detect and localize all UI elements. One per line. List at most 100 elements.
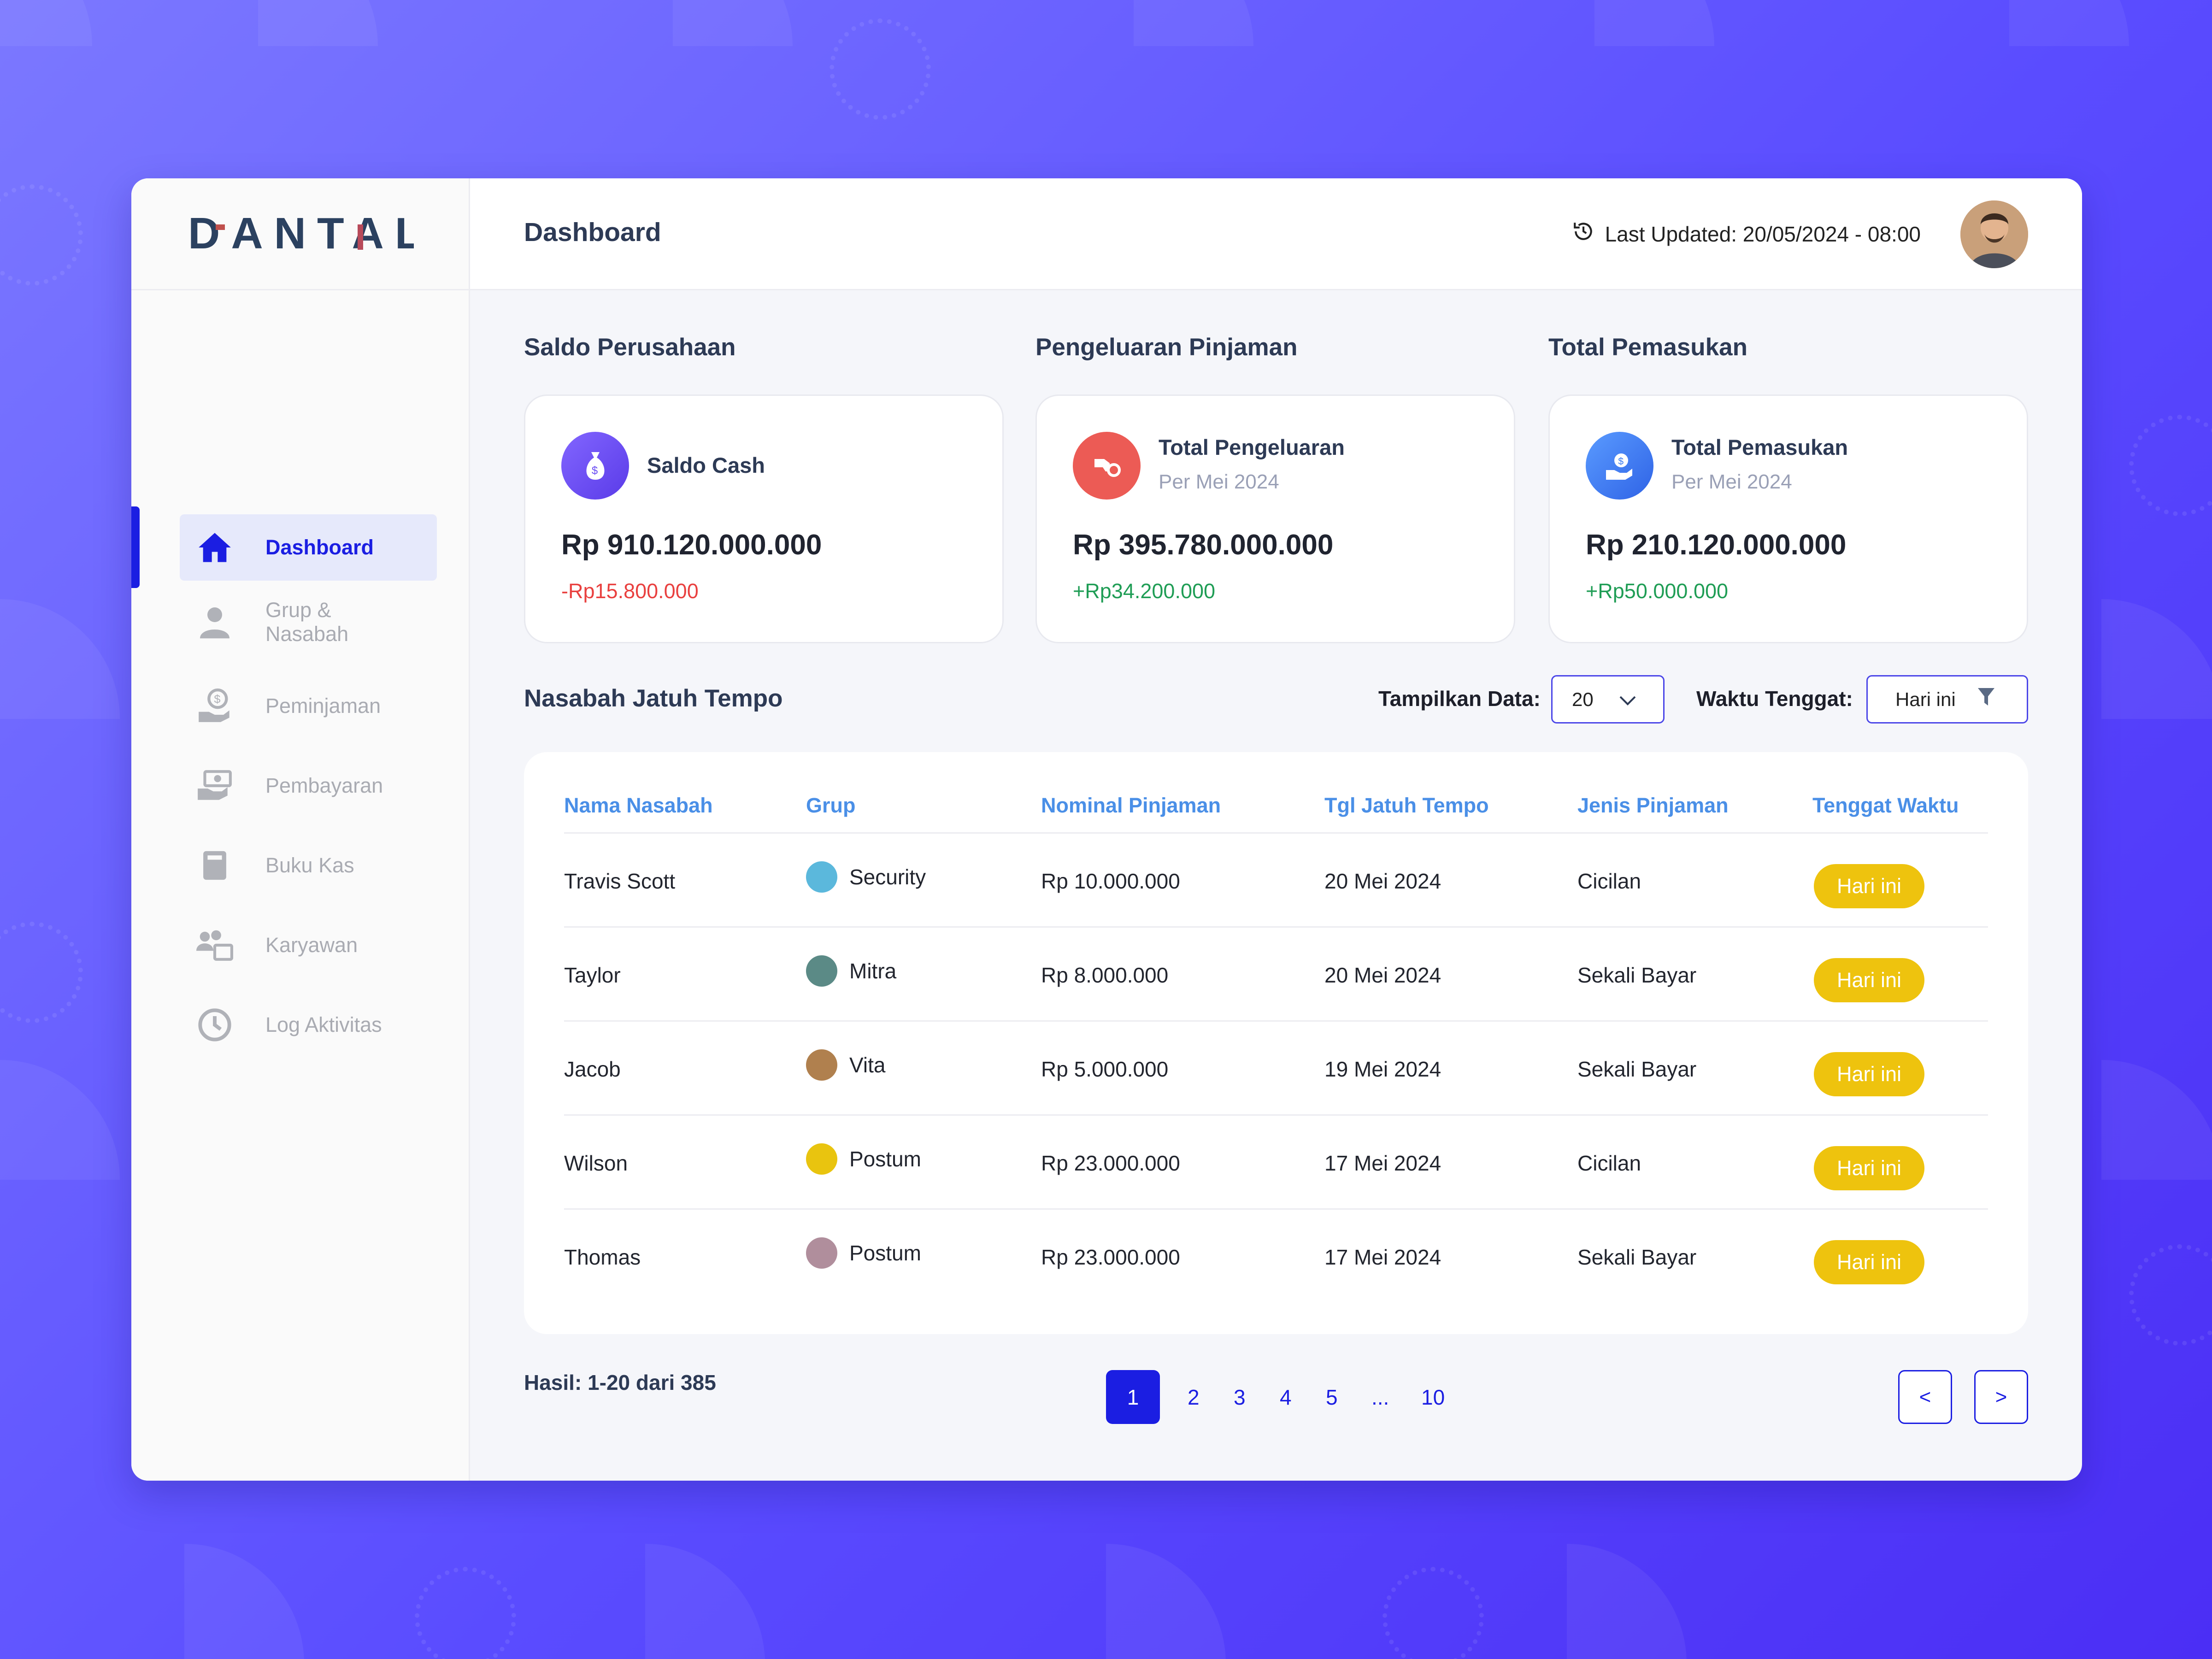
page-ellipsis: ...: [1371, 1385, 1389, 1409]
table-row[interactable]: Thomas Postum Rp 23.000.000 17 Mei 2024 …: [524, 1210, 2028, 1304]
cell-date: 19 Mei 2024: [1324, 1057, 1441, 1081]
column-header-tanggal[interactable]: Tgl Jatuh Tempo: [1324, 794, 1489, 818]
next-page-button[interactable]: >: [1974, 1370, 2028, 1424]
cell-date: 20 Mei 2024: [1324, 869, 1441, 893]
stat-title: Total Pemasukan: [1671, 435, 1848, 459]
stat-amount: Rp 910.120.000.000: [561, 529, 822, 561]
stat-card-saldo: $ Saldo Cash Rp 910.120.000.000 -Rp15.80…: [524, 394, 1004, 643]
cell-group: Postum: [806, 1143, 921, 1175]
brand-logo[interactable]: DANTAL: [131, 178, 470, 290]
cell-date: 17 Mei 2024: [1324, 1245, 1441, 1269]
avatar[interactable]: [1960, 200, 2028, 268]
deadline-badge: Hari ini: [1814, 1052, 1924, 1096]
page-button-5[interactable]: 5: [1326, 1385, 1338, 1410]
team-icon: [196, 927, 233, 964]
stat-subtitle: Per Mei 2024: [1159, 471, 1279, 493]
table-row[interactable]: Wilson Postum Rp 23.000.000 17 Mei 2024 …: [524, 1116, 2028, 1210]
page-button-3[interactable]: 3: [1234, 1385, 1246, 1410]
stat-change: +Rp34.200.000: [1073, 579, 1216, 603]
dantal-logo: DANTAL: [188, 211, 414, 257]
sidebar-item-log-aktivitas[interactable]: Log Aktivitas: [180, 992, 437, 1058]
svg-text:$: $: [214, 693, 220, 706]
group-label: Mitra: [849, 959, 897, 983]
due-table: Nama Nasabah Grup Nominal Pinjaman Tgl J…: [524, 752, 2028, 1334]
prev-page-button[interactable]: <: [1898, 1370, 1952, 1424]
due-section-title: Nasabah Jatuh Tempo: [524, 685, 783, 712]
sidebar-item-label: Dashboard: [265, 535, 374, 559]
stat-change: +Rp50.000.000: [1586, 579, 1729, 603]
loan-hand-icon: $: [196, 688, 233, 724]
group-label: Vita: [849, 1053, 886, 1077]
group-label: Postum: [849, 1147, 921, 1171]
column-header-grup[interactable]: Grup: [806, 794, 856, 818]
sidebar-item-peminjaman[interactable]: $ Peminjaman: [180, 673, 437, 739]
stat-card-pengeluaran: Total Pengeluaran Per Mei 2024 Rp 395.78…: [1035, 394, 1515, 643]
top-bar: Dashboard Last Updated: 20/05/2024 - 08:…: [470, 178, 2082, 290]
cell-name: Wilson: [564, 1151, 628, 1175]
cell-group: Postum: [806, 1237, 921, 1269]
deadline-badge: Hari ini: [1814, 1146, 1924, 1190]
page-button-2[interactable]: 2: [1188, 1385, 1200, 1410]
group-color-dot: [806, 861, 837, 893]
table-row[interactable]: Taylor Mitra Rp 8.000.000 20 Mei 2024 Se…: [524, 928, 2028, 1022]
page-button-4[interactable]: 4: [1280, 1385, 1292, 1410]
sidebar-item-label: Grup & Nasabah: [265, 598, 349, 646]
section-title-pemasukan: Total Pemasukan: [1548, 334, 1747, 361]
table-row[interactable]: Travis Scott Security Rp 10.000.000 20 M…: [524, 834, 2028, 928]
show-data-select[interactable]: 20: [1551, 675, 1665, 724]
active-indicator: [131, 506, 140, 588]
deadline-label: Waktu Tenggat:: [1696, 687, 1853, 711]
refresh-clock-icon: [1572, 220, 1595, 248]
page-button-10[interactable]: 10: [1421, 1385, 1445, 1410]
sidebar-item-karyawan[interactable]: Karyawan: [180, 912, 437, 978]
money-in-icon: $: [1586, 432, 1653, 500]
cell-name: Thomas: [564, 1245, 641, 1269]
page-title: Dashboard: [524, 218, 661, 247]
results-count: Hasil: 1-20 dari 385: [524, 1371, 716, 1394]
cell-type: Sekali Bayar: [1577, 1057, 1697, 1081]
sidebar-item-buku-kas[interactable]: Buku Kas: [180, 832, 437, 899]
payment-icon: [196, 767, 233, 804]
money-bag-icon: $: [561, 432, 629, 500]
cell-name: Taylor: [564, 963, 621, 987]
cell-amount: Rp 23.000.000: [1041, 1151, 1180, 1175]
last-updated-text: Last Updated: 20/05/2024 - 08:00: [1605, 222, 1921, 246]
column-header-tenggat[interactable]: Tenggat Waktu: [1812, 794, 1959, 818]
user-icon: [196, 604, 233, 641]
chevron-down-icon: [1618, 688, 1637, 711]
page-button-1[interactable]: 1: [1106, 1370, 1160, 1424]
column-header-nominal[interactable]: Nominal Pinjaman: [1041, 794, 1221, 818]
sidebar-item-grup-nasabah[interactable]: Grup & Nasabah: [180, 589, 437, 655]
svg-text:$: $: [591, 465, 597, 477]
show-data-value: 20: [1572, 688, 1594, 710]
cell-amount: Rp 8.000.000: [1041, 963, 1169, 987]
app-window: DANTAL Dashboard Grup & Nasabah $ Peminj…: [131, 178, 2082, 1481]
stat-subtitle: Per Mei 2024: [1671, 471, 1792, 493]
sidebar-item-dashboard[interactable]: Dashboard: [180, 514, 437, 581]
table-row[interactable]: Jacob Vita Rp 5.000.000 19 Mei 2024 Seka…: [524, 1022, 2028, 1116]
sidebar-item-label: Pembayaran: [265, 774, 383, 797]
filter-icon: [1977, 687, 1995, 712]
stat-amount: Rp 210.120.000.000: [1586, 529, 1847, 561]
sidebar: DANTAL Dashboard Grup & Nasabah $ Peminj…: [131, 178, 470, 1481]
cell-amount: Rp 5.000.000: [1041, 1057, 1169, 1081]
book-icon: [196, 847, 233, 884]
stat-change: -Rp15.800.000: [561, 579, 699, 603]
cell-type: Sekali Bayar: [1577, 1245, 1697, 1269]
group-label: Security: [849, 865, 926, 889]
cell-date: 20 Mei 2024: [1324, 963, 1441, 987]
cell-type: Cicilan: [1577, 869, 1641, 893]
deadline-badge: Hari ini: [1814, 1240, 1924, 1284]
cell-amount: Rp 10.000.000: [1041, 869, 1180, 893]
deadline-badge: Hari ini: [1814, 958, 1924, 1002]
stat-amount: Rp 395.780.000.000: [1073, 529, 1334, 561]
deadline-filter[interactable]: Hari ini: [1866, 675, 2028, 724]
cell-type: Cicilan: [1577, 1151, 1641, 1175]
stat-card-pemasukan: $ Total Pemasukan Per Mei 2024 Rp 210.12…: [1548, 394, 2028, 643]
cell-amount: Rp 23.000.000: [1041, 1245, 1180, 1269]
cell-date: 17 Mei 2024: [1324, 1151, 1441, 1175]
column-header-nama[interactable]: Nama Nasabah: [564, 794, 713, 818]
group-color-dot: [806, 955, 837, 987]
sidebar-item-pembayaran[interactable]: Pembayaran: [180, 753, 437, 819]
column-header-jenis[interactable]: Jenis Pinjaman: [1577, 794, 1729, 818]
